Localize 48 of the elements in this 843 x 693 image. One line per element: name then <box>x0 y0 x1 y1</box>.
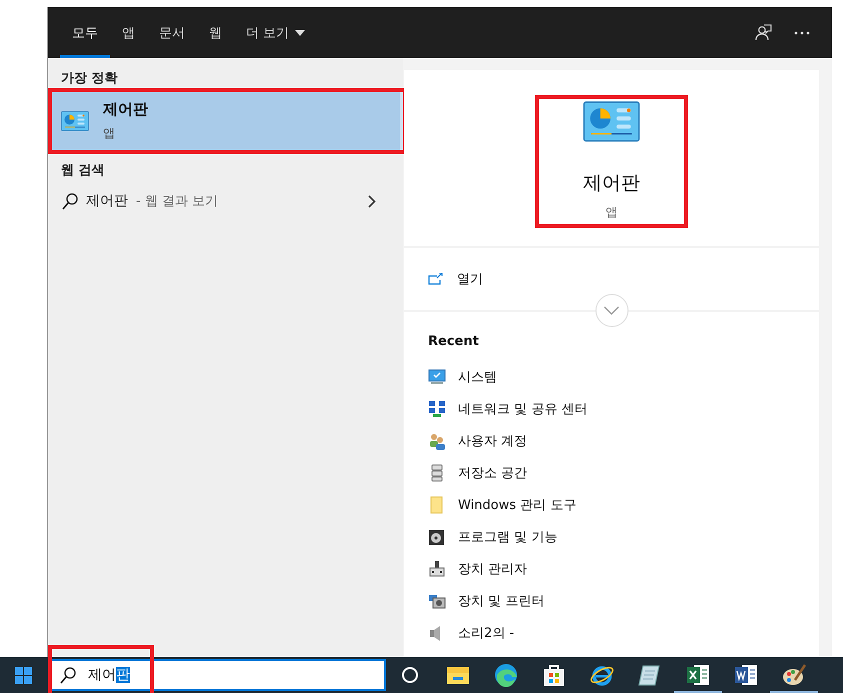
palette-icon[interactable] <box>781 662 807 688</box>
browser-icon[interactable] <box>493 662 519 688</box>
preview-title: 제어판 <box>583 171 640 196</box>
filter-tab[interactable]: 문서 <box>147 7 197 58</box>
section-label: 웹 검색 <box>60 162 106 180</box>
result-title: 제어판 <box>103 100 148 119</box>
device-icon <box>428 560 446 578</box>
result-item[interactable]: 제어판 앱 <box>48 91 403 151</box>
more-options-icon[interactable] <box>794 30 810 34</box>
shopping-bag-icon[interactable] <box>541 662 567 688</box>
monitor-icon <box>428 368 446 386</box>
search-field[interactable]: 제어판 <box>50 659 386 691</box>
disc-box-icon <box>428 528 446 546</box>
network-icon <box>428 400 446 418</box>
filter-tab[interactable]: 앱 <box>110 7 147 58</box>
recent-item[interactable]: 시스템 <box>458 368 497 386</box>
search-icon <box>62 192 78 210</box>
web-query: 제어판 <box>86 192 128 210</box>
printer-icon <box>428 592 446 610</box>
recent-item[interactable]: 저장소 공간 <box>458 464 528 482</box>
open-icon <box>428 273 443 285</box>
circle-icon[interactable] <box>401 666 419 684</box>
action-link[interactable]: 열기 <box>457 270 483 288</box>
recent-item[interactable]: 소리2의 - <box>458 624 514 642</box>
preview-type: 앱 <box>606 204 618 222</box>
recent-item[interactable]: 사용자 계정 <box>458 432 528 450</box>
recent-item[interactable]: Windows 관리 도구 <box>458 496 576 514</box>
filter-tab[interactable]: 더 보기 <box>234 7 318 58</box>
search-icon <box>60 666 76 684</box>
chevron-icon <box>604 306 620 315</box>
recent-item[interactable]: 프로그램 및 기능 <box>458 528 558 546</box>
control-panel-icon <box>61 110 89 132</box>
spreadsheet-icon[interactable] <box>685 662 711 688</box>
web-search-item[interactable]: 제어판 - 웹 결과 보기 <box>48 183 403 219</box>
document-icon[interactable] <box>733 662 759 688</box>
users-icon <box>428 432 446 450</box>
recent-item[interactable]: 네트워크 및 공유 센터 <box>458 400 588 418</box>
web-hint: - 웹 결과 보기 <box>136 193 218 210</box>
recent-item[interactable]: 장치 및 프린터 <box>458 592 544 610</box>
filter-tab[interactable]: 웹 <box>197 7 234 58</box>
result-type: 앱 <box>103 125 116 142</box>
feedback-icon[interactable] <box>755 24 772 41</box>
recent-heading: Recent <box>428 334 480 349</box>
control-panel-icon <box>583 101 640 142</box>
windows-icon <box>15 666 32 684</box>
section-label: 가장 정확 <box>60 70 119 88</box>
chevron-icon <box>368 194 376 208</box>
recent-item[interactable]: 장치 관리자 <box>458 560 528 578</box>
